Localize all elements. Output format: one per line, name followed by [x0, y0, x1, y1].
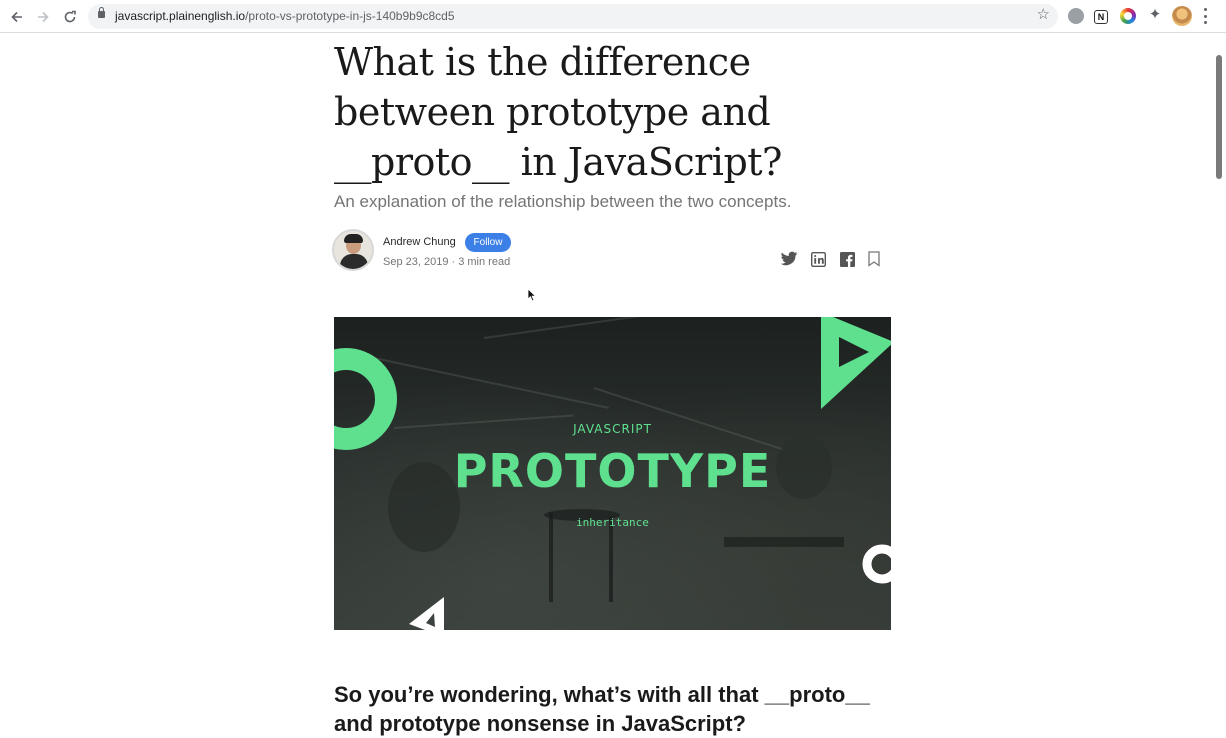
scrollbar[interactable]	[1212, 33, 1226, 721]
mouse-cursor	[527, 288, 537, 302]
star-icon[interactable]: ☆	[1037, 7, 1050, 22]
publish-meta: Sep 23, 2019 · 3 min read	[383, 256, 511, 268]
profile-avatar[interactable]	[1172, 6, 1192, 26]
article-subtitle: An explanation of the relationship betwe…	[334, 192, 792, 211]
bookmark-icon[interactable]	[865, 250, 883, 268]
puzzle-icon[interactable]: ✦	[1146, 6, 1164, 24]
hero-title: PROTOTYPE	[453, 444, 772, 498]
more-vertical-icon[interactable]	[1202, 8, 1208, 24]
white-triangle-shape	[409, 597, 444, 630]
address-bar[interactable]: javascript.plainenglish.io/proto-vs-prot…	[88, 4, 1058, 29]
green-triangle-shape	[821, 317, 891, 409]
author-avatar[interactable]	[332, 229, 374, 271]
reload-icon	[64, 10, 76, 23]
hero-subtitle: inheritance	[576, 516, 649, 529]
reload-button[interactable]	[60, 7, 80, 27]
hero-image: JAVASCRIPT PROTOTYPE inheritance	[334, 317, 891, 630]
twitter-icon[interactable]	[780, 250, 798, 268]
facebook-icon[interactable]	[838, 250, 856, 268]
arrow-right-icon	[38, 11, 49, 23]
forward-button[interactable]	[33, 7, 53, 27]
white-ring-shape	[862, 544, 891, 584]
linkedin-icon[interactable]	[809, 250, 827, 268]
url-host: javascript.plainenglish.io	[115, 9, 246, 23]
author-name[interactable]: Andrew Chung	[383, 236, 456, 248]
article-title: What is the difference between prototype…	[334, 40, 782, 184]
scroll-thumb[interactable]	[1216, 55, 1222, 179]
hero-kicker: JAVASCRIPT	[573, 422, 652, 436]
section-heading: So you’re wondering, what’s with all tha…	[334, 682, 870, 736]
follow-button[interactable]: Follow	[465, 233, 511, 252]
globe-icon[interactable]	[1068, 8, 1084, 24]
lock-icon	[98, 7, 105, 18]
url-path: /proto-vs-prototype-in-js-140b9b9c8cd5	[245, 9, 455, 23]
url-text: javascript.plainenglish.io/proto-vs-prot…	[115, 9, 455, 23]
back-button[interactable]	[7, 7, 27, 27]
arrow-left-icon	[11, 11, 22, 23]
color-picker-icon[interactable]	[1120, 8, 1136, 24]
browser-toolbar: javascript.plainenglish.io/proto-vs-prot…	[0, 0, 1226, 33]
notion-icon[interactable]: N	[1094, 10, 1108, 24]
